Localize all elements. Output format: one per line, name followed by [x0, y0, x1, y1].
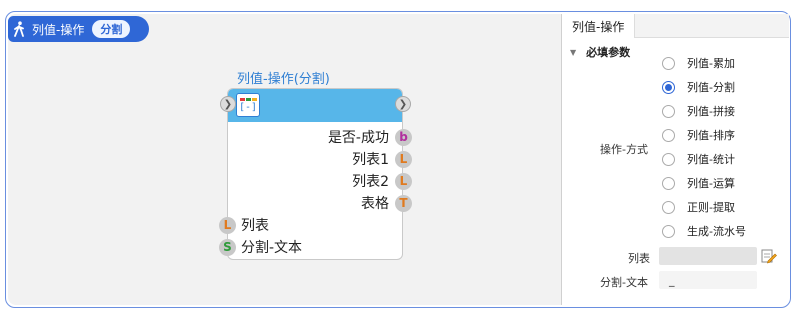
port-label: 是否-成功: [327, 130, 389, 146]
required-params-section[interactable]: ▼ 必填参数: [570, 44, 630, 60]
radio-label: 列值-排序: [687, 129, 735, 142]
split-text-field[interactable]: _: [659, 271, 757, 289]
radio-option-5[interactable]: 列值-运算: [662, 174, 735, 192]
radio-option-4[interactable]: 列值-统计: [662, 150, 735, 168]
list-field[interactable]: [659, 247, 757, 265]
port-type-badge: S: [219, 238, 236, 256]
radio-option-1[interactable]: 列值-分割: [662, 78, 735, 96]
properties-panel: 列值-操作 ▼ 必填参数 操作-方式 列值-累加列值-分割列值-拼接列值-排序列…: [562, 14, 789, 305]
radio-button[interactable]: [662, 200, 675, 214]
output-port-3[interactable]: 表格 T: [300, 194, 412, 212]
node-header: [-]: [228, 89, 402, 122]
breadcrumb-title: 列值-操作: [32, 22, 85, 37]
port-type-badge: L: [395, 172, 412, 190]
radio-option-2[interactable]: 列值-拼接: [662, 102, 735, 120]
port-type-badge: b: [395, 128, 412, 146]
flow-out-arrow-icon[interactable]: ❯: [395, 96, 411, 112]
radio-label: 列值-统计: [687, 153, 735, 166]
column-operation-icon: [-]: [236, 93, 260, 117]
port-label: 分割-文本: [241, 240, 303, 256]
mode-pill[interactable]: 分割: [92, 20, 131, 38]
port-label: 表格: [361, 196, 389, 212]
port-label: 列表2: [352, 174, 389, 190]
port-type-badge: T: [395, 194, 412, 212]
output-port-2[interactable]: 列表2 L: [300, 172, 412, 190]
output-port-0[interactable]: 是否-成功 b: [300, 128, 412, 146]
radio-button[interactable]: [662, 104, 675, 118]
flow-in-arrow-icon[interactable]: ❯: [220, 96, 236, 112]
radio-label: 列值-运算: [687, 177, 735, 190]
radio-option-7[interactable]: 生成-流水号: [662, 222, 746, 240]
radio-button[interactable]: [662, 176, 675, 190]
collapse-triangle-icon[interactable]: ▼: [570, 48, 576, 57]
walking-person-icon: [8, 21, 30, 37]
list-label: 列表: [628, 252, 650, 265]
port-type-badge: L: [395, 150, 412, 168]
radio-option-3[interactable]: 列值-排序: [662, 126, 735, 144]
port-type-badge: L: [219, 216, 236, 234]
output-port-1[interactable]: 列表1 L: [300, 150, 412, 168]
input-port-1[interactable]: S 分割-文本: [219, 238, 302, 256]
port-label: 列表1: [352, 152, 389, 168]
input-port-0[interactable]: L 列表: [219, 216, 269, 234]
node-title: 列值-操作(分割): [237, 72, 330, 87]
radio-label: 正则-提取: [687, 201, 735, 214]
port-label: 列表: [241, 218, 269, 234]
radio-button[interactable]: [662, 128, 675, 142]
radio-button[interactable]: [662, 152, 675, 166]
edit-pencil-icon[interactable]: [761, 248, 777, 264]
split-text-label: 分割-文本: [600, 276, 648, 289]
radio-button[interactable]: [662, 224, 675, 238]
radio-label: 生成-流水号: [687, 225, 746, 238]
panel-tabbar: 列值-操作: [562, 14, 789, 38]
tab-column-operation[interactable]: 列值-操作: [562, 14, 636, 38]
radio-button[interactable]: [662, 80, 675, 94]
radio-label: 列值-分割: [687, 81, 735, 94]
radio-option-6[interactable]: 正则-提取: [662, 198, 735, 216]
radio-label: 列值-拼接: [687, 105, 735, 118]
section-title: 必填参数: [586, 46, 631, 59]
radio-button[interactable]: [662, 56, 675, 70]
operation-mode-label: 操作-方式: [600, 143, 648, 156]
node-breadcrumb[interactable]: 列值-操作 分割: [8, 16, 149, 42]
radio-option-0[interactable]: 列值-累加: [662, 54, 735, 72]
radio-label: 列值-累加: [687, 57, 735, 70]
